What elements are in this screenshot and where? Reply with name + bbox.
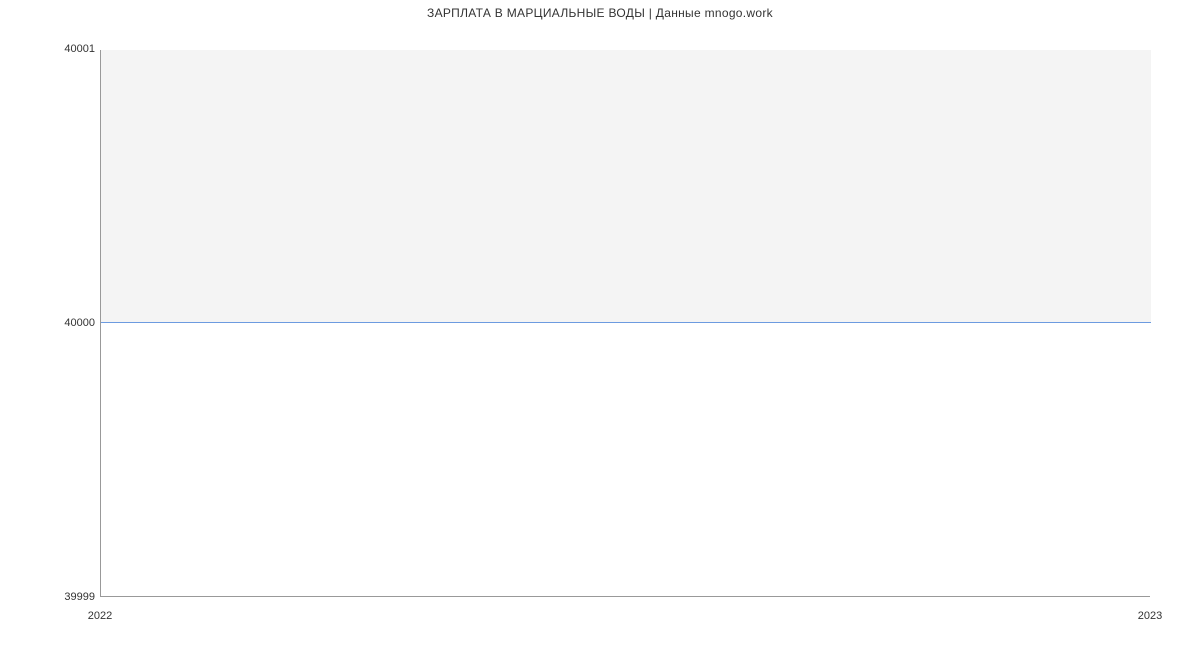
y-axis-tick-label: 40000: [64, 317, 95, 329]
data-line: [101, 322, 1151, 323]
x-axis-tick-label: 2022: [88, 610, 112, 622]
x-axis-tick-label: 2023: [1138, 610, 1162, 622]
chart-title: ЗАРПЛАТА В МАРЦИАЛЬНЫЕ ВОДЫ | Данные mno…: [0, 0, 1200, 20]
plot-shade: [101, 50, 1151, 323]
y-axis-tick-label: 40001: [64, 43, 95, 55]
y-axis-tick-label: 39999: [64, 591, 95, 603]
chart-container: ЗАРПЛАТА В МАРЦИАЛЬНЫЕ ВОДЫ | Данные mno…: [0, 0, 1200, 650]
plot-area: [100, 50, 1150, 597]
